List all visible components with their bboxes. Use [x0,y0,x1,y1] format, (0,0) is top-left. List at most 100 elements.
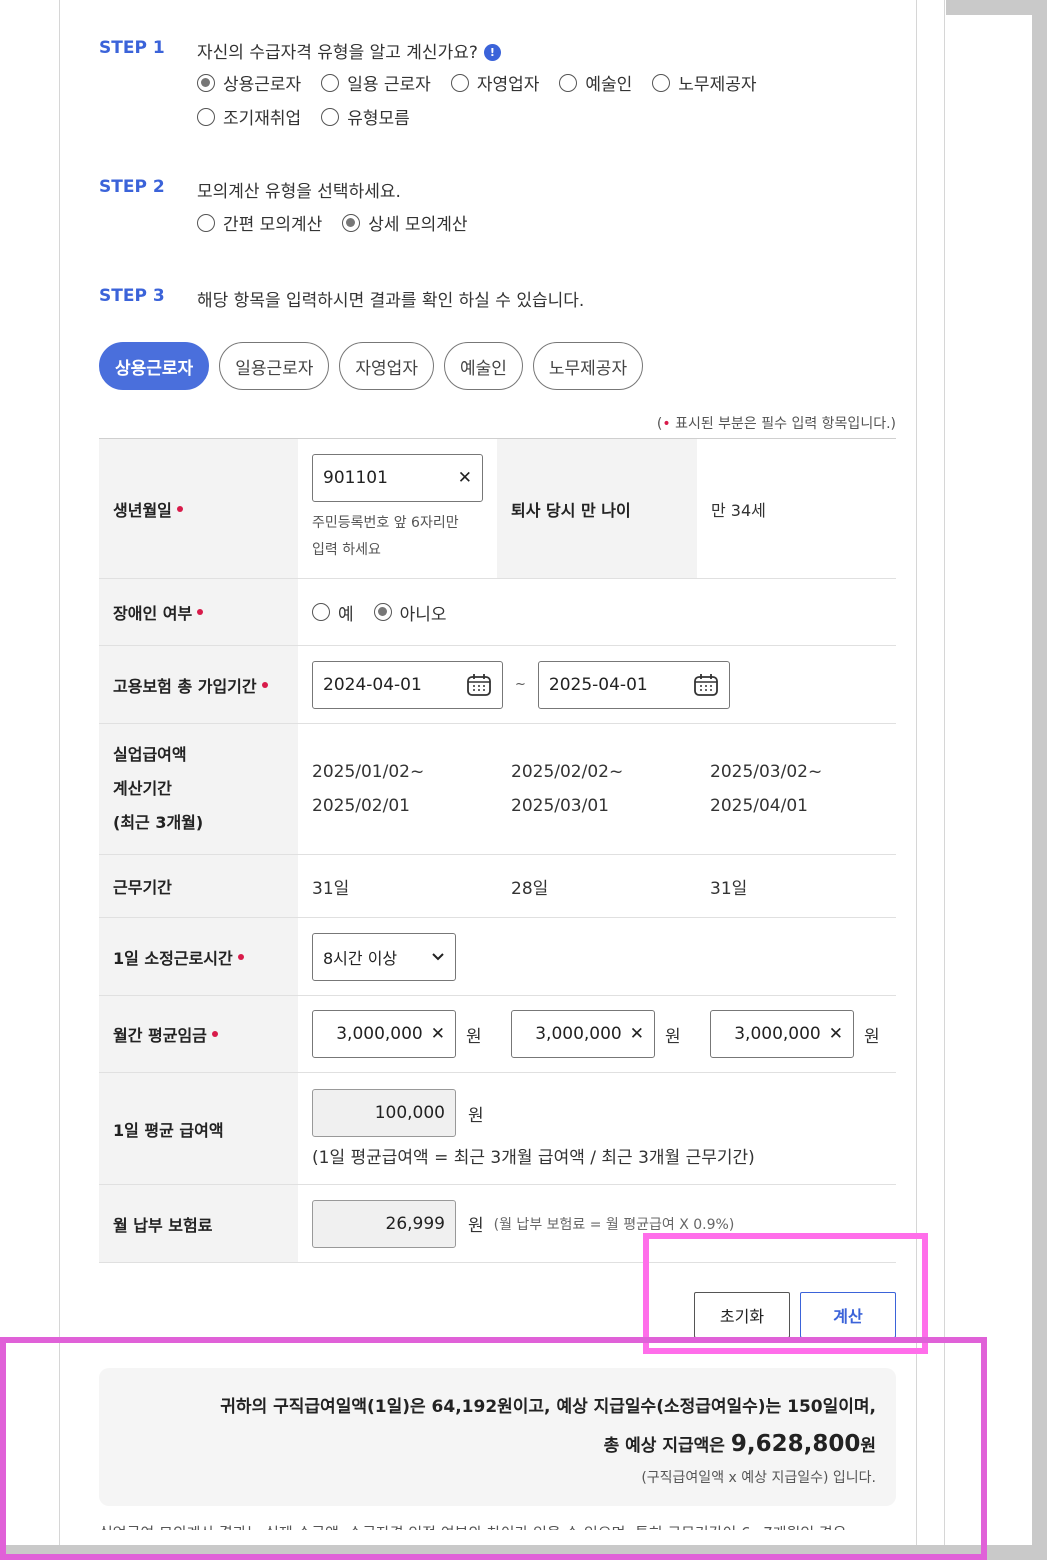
label-work-days: 근무기간 [99,855,298,917]
radio-checked-icon[interactable] [197,73,215,92]
radio-artist[interactable]: 예술인 [559,70,632,95]
step2-question: 모의계산 유형을 선택하세요. [197,182,401,202]
radio-icon[interactable] [197,107,215,126]
tab-daily-worker[interactable]: 일용근로자 [219,342,330,390]
left-border [59,0,60,1545]
clear-icon[interactable]: ✕ [431,1024,445,1044]
unit-won: 원 [468,1216,484,1236]
monthly-premium-formula: (월 납부 보험료 = 월 평균급여 X 0.9%) [493,1216,735,1233]
radio-early-reemployment[interactable]: 조기재취업 [197,104,301,129]
label-calc-period: 실업급여액 계산기간 (최근 3개월) [99,724,298,854]
step1-radio-row-1: 상용근로자 일용 근로자 자영업자 예술인 노무제공자 [197,70,777,95]
row-birth: 생년월일 901101 ✕ 주민등록번호 앞 6자리만 입력 하세요 퇴사 당시 만… [99,439,896,579]
unit-won: 원 [466,1026,482,1047]
step2-label: STEP 2 [99,177,165,197]
outer-right-border [944,0,945,1545]
row-work-days: 근무기간 31일 28일 31일 [99,855,896,918]
monthly-wage-cell-2: 3,000,000 ✕ 원 [497,996,696,1072]
monthly-wage-cell-3: 3,000,000 ✕ 원 [696,996,896,1072]
daily-avg-line: 100,000 원 [312,1089,484,1137]
radio-icon[interactable] [197,213,215,232]
row-daily-hours: 1일 소정근로시간 8시간 이상 [99,918,896,996]
monthly-wage-input-3[interactable]: 3,000,000 ✕ [710,1010,854,1058]
tab-artist[interactable]: 예술인 [443,342,523,390]
row-disability: 장애인 여부 예 아니오 [99,579,896,646]
radio-simple-calc[interactable]: 간편 모의계산 [197,210,322,235]
radio-daily-worker[interactable]: 일용 근로자 [321,70,431,95]
work-days-1: 31일 [312,878,350,899]
step2: STEP 2 모의계산 유형을 선택하세요. [99,177,401,202]
birth-input[interactable]: 901101 ✕ [312,454,483,502]
birth-hint: 주민등록번호 앞 6자리만 입력 하세요 [312,515,459,558]
radio-icon[interactable] [321,107,340,126]
radio-icon[interactable] [559,73,578,92]
clear-icon[interactable]: ✕ [630,1024,644,1044]
label-age: 퇴사 당시 만 나이 [497,439,697,578]
required-note: (• 표시된 부분은 필수 입력 항목입니다.) [656,416,896,432]
step3-question: 해당 항목을 입력하시면 결과를 확인 하실 수 있습니다. [197,291,585,311]
highlight-box-result [0,1337,987,1560]
label-birth: 생년월일 [99,439,298,578]
radio-regular-worker[interactable]: 상용근로자 [197,70,301,95]
insurance-period-inputs: 2024-04-01 ~ 2025-04-01 [298,646,896,723]
daily-hours-select[interactable]: 8시간 이상 [312,932,456,981]
step3-label: STEP 3 [99,286,165,306]
calc-period-1: 2025/01/02~ 2025/02/01 [312,762,425,816]
label-daily-hours: 1일 소정근로시간 [99,918,298,995]
input-table: 생년월일 901101 ✕ 주민등록번호 앞 6자리만 입력 하세요 퇴사 당시 만… [99,438,896,1263]
radio-checked-icon[interactable] [342,213,361,232]
age-value: 만 34세 [711,500,766,520]
radio-type-unknown[interactable]: 유형모름 [321,104,410,129]
step1-radio-row-2: 조기재취업 유형모름 [197,104,430,129]
label-insurance-period: 고용보험 총 가입기간 [99,646,298,723]
cell-birth-input: 901101 ✕ 주민등록번호 앞 6자리만 입력 하세요 [298,439,497,578]
radio-checked-icon[interactable] [373,603,392,621]
radio-icon[interactable] [312,603,330,621]
info-icon[interactable]: ! [483,44,501,61]
clear-icon[interactable]: ✕ [458,468,472,488]
monthly-wage-cell-1: 3,000,000 ✕ 원 [298,996,497,1072]
label-daily-avg: 1일 평균 급여액 [99,1073,298,1184]
unit-won: 원 [468,1105,484,1126]
clear-icon[interactable]: ✕ [829,1024,843,1044]
radio-labor-provider[interactable]: 노무제공자 [652,70,757,95]
date-range-tilde: ~ [515,677,526,692]
row-calc-period: 실업급여액 계산기간 (최근 3개월) 2025/01/02~ 2025/02/0… [99,724,896,855]
radio-icon[interactable] [652,73,671,92]
row-insurance-period: 고용보험 총 가입기간 2024-04-01 ~ 2025-04-01 [99,646,896,724]
monthly-wage-input-2[interactable]: 3,000,000 ✕ [511,1010,655,1058]
radio-detailed-calc[interactable]: 상세 모의계산 [342,210,468,235]
highlight-box-buttons [643,1233,928,1354]
radio-icon[interactable] [321,73,340,92]
required-dot-icon [197,609,204,615]
step3: STEP 3 해당 항목을 입력하시면 결과를 확인 하실 수 있습니다. [99,286,584,311]
unit-won: 원 [665,1026,681,1047]
work-days-3: 31일 [710,878,748,899]
calendar-icon[interactable] [693,673,719,697]
worker-type-tabs: 상용근로자 일용근로자 자영업자 예술인 노무제공자 [99,342,653,390]
start-date-input[interactable]: 2024-04-01 [312,660,503,709]
radio-disability-yes[interactable]: 예 [312,600,354,625]
step2-radio-row: 간편 모의계산 상세 모의계산 [197,210,488,235]
row-daily-avg: 1일 평균 급여액 100,000 원 (1일 평균급여액 = 최근 3개월 급… [99,1073,896,1185]
daily-avg-cell: 100,000 원 (1일 평균급여액 = 최근 3개월 급여액 / 최근 3개… [298,1073,896,1184]
radio-disability-no[interactable]: 아니오 [373,600,447,625]
chevron-down-icon [432,952,444,960]
tab-regular-worker[interactable]: 상용근로자 [99,342,210,390]
calc-period-3: 2025/03/02~ 2025/04/01 [710,762,823,816]
step1-question: 자신의 수급자격 유형을 알고 계신가요?! [197,38,501,63]
required-dot-icon [261,681,268,688]
tab-labor-provider[interactable]: 노무제공자 [532,342,644,390]
tab-self-employed[interactable]: 자영업자 [339,342,434,390]
step1: STEP 1 자신의 수급자격 유형을 알고 계신가요?! [99,38,501,63]
required-dot-icon: • [662,416,671,432]
calendar-icon[interactable] [466,673,492,697]
daily-avg-output: 100,000 [312,1089,456,1137]
radio-icon[interactable] [450,73,469,92]
label-monthly-wage: 월간 평균임금 [99,996,298,1072]
end-date-input[interactable]: 2025-04-01 [537,660,730,709]
row-monthly-wage: 월간 평균임금 3,000,000 ✕ 원 3,000,000 ✕ 원 3,000,… [99,996,896,1073]
monthly-wage-input-1[interactable]: 3,000,000 ✕ [312,1010,456,1058]
radio-self-employed[interactable]: 자영업자 [450,70,539,95]
unit-won: 원 [864,1026,880,1047]
